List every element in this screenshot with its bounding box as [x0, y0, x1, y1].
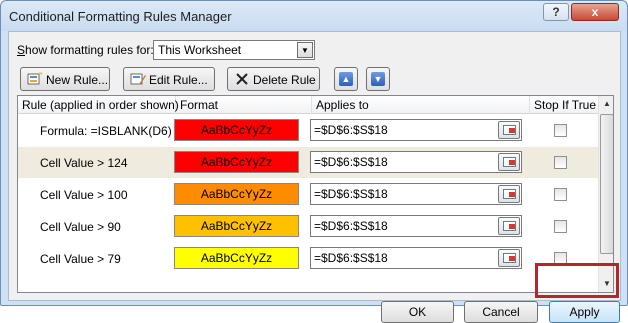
range-picker-icon — [503, 157, 516, 167]
range-select-button[interactable] — [498, 153, 520, 171]
table-row[interactable]: Cell Value > 124 AaBbCcYyZz =$D$6:$S$18 — [18, 147, 598, 178]
ok-button[interactable]: OK — [381, 301, 454, 323]
table-row[interactable]: Cell Value > 100 AaBbCcYyZz =$D$6:$S$18 — [18, 179, 598, 210]
rule-description: Formula: =ISBLANK(D6) — [40, 124, 172, 138]
format-preview: AaBbCcYyZz — [174, 215, 299, 237]
format-preview: AaBbCcYyZz — [174, 183, 299, 205]
rule-description: Cell Value > 90 — [40, 220, 121, 234]
scroll-thumb[interactable] — [600, 114, 613, 254]
delete-rule-button[interactable]: Delete Rule — [227, 67, 320, 91]
delete-icon — [234, 72, 250, 86]
stop-if-true-checkbox[interactable] — [554, 124, 567, 137]
dialog-title: Conditional Formatting Rules Manager — [9, 9, 232, 24]
edit-rule-icon — [130, 72, 146, 86]
new-rule-icon — [27, 72, 43, 86]
format-preview: AaBbCcYyZz — [174, 151, 299, 173]
column-header-applies-to: Applies to — [312, 96, 530, 114]
format-preview: AaBbCcYyZz — [174, 247, 299, 269]
table-row[interactable]: Formula: =ISBLANK(D6) AaBbCcYyZz =$D$6:$… — [18, 115, 598, 146]
stop-if-true-checkbox[interactable] — [554, 156, 567, 169]
applies-to-input[interactable]: =$D$6:$S$18 — [310, 183, 522, 205]
range-select-button[interactable] — [498, 121, 520, 139]
column-header-format: Format — [176, 96, 312, 114]
move-down-button[interactable]: ▼ — [366, 67, 390, 91]
rules-grid: Rule (applied in order shown) Format App… — [17, 95, 614, 293]
title-bar: Conditional Formatting Rules Manager ? x — [1, 1, 627, 31]
range-picker-icon — [503, 125, 516, 135]
applies-to-input[interactable]: =$D$6:$S$18 — [310, 247, 522, 269]
move-up-button[interactable]: ▲ — [334, 67, 358, 91]
scope-label: Show formatting rules for: — [17, 43, 154, 57]
column-header-rule: Rule (applied in order shown) — [18, 96, 179, 114]
range-picker-icon — [503, 221, 516, 231]
chevron-down-icon[interactable]: ▼ — [297, 42, 313, 58]
scope-dropdown[interactable]: This Worksheet ▼ — [153, 40, 315, 60]
new-rule-button[interactable]: New Rule... — [20, 67, 110, 91]
range-select-button[interactable] — [498, 249, 520, 267]
format-preview: AaBbCcYyZz — [174, 119, 299, 141]
rule-description: Cell Value > 79 — [40, 252, 121, 266]
range-select-button[interactable] — [498, 185, 520, 203]
range-picker-icon — [503, 189, 516, 199]
range-select-button[interactable] — [498, 217, 520, 235]
applies-to-input[interactable]: =$D$6:$S$18 — [310, 119, 522, 141]
rule-description: Cell Value > 100 — [40, 188, 128, 202]
grid-header: Rule (applied in order shown) Format App… — [18, 96, 598, 114]
stop-if-true-checkbox[interactable] — [554, 220, 567, 233]
arrow-down-icon: ▼ — [371, 72, 385, 86]
cancel-button[interactable]: Cancel — [464, 301, 538, 323]
column-header-stop-if-true: Stop If True — [534, 98, 597, 112]
scope-selected-value: This Worksheet — [158, 43, 242, 57]
arrow-up-icon: ▲ — [339, 72, 353, 86]
range-picker-icon — [503, 253, 516, 263]
table-row[interactable]: Cell Value > 79 AaBbCcYyZz =$D$6:$S$18 — [18, 243, 598, 274]
edit-rule-button[interactable]: Edit Rule... — [123, 67, 215, 91]
stop-if-true-checkbox[interactable] — [554, 188, 567, 201]
rules-manager-dialog: Conditional Formatting Rules Manager ? x… — [0, 0, 628, 323]
apply-highlight-box — [535, 263, 619, 298]
rule-description: Cell Value > 124 — [40, 156, 128, 170]
close-button[interactable]: x — [571, 3, 619, 21]
scroll-up-icon[interactable]: ▲ — [599, 96, 613, 112]
applies-to-input[interactable]: =$D$6:$S$18 — [310, 215, 522, 237]
help-button[interactable]: ? — [543, 3, 569, 21]
apply-button[interactable]: Apply — [549, 301, 620, 323]
applies-to-input[interactable]: =$D$6:$S$18 — [310, 151, 522, 173]
dialog-body: Show formatting rules for: This Workshee… — [8, 31, 621, 323]
table-row[interactable]: Cell Value > 90 AaBbCcYyZz =$D$6:$S$18 — [18, 211, 598, 242]
